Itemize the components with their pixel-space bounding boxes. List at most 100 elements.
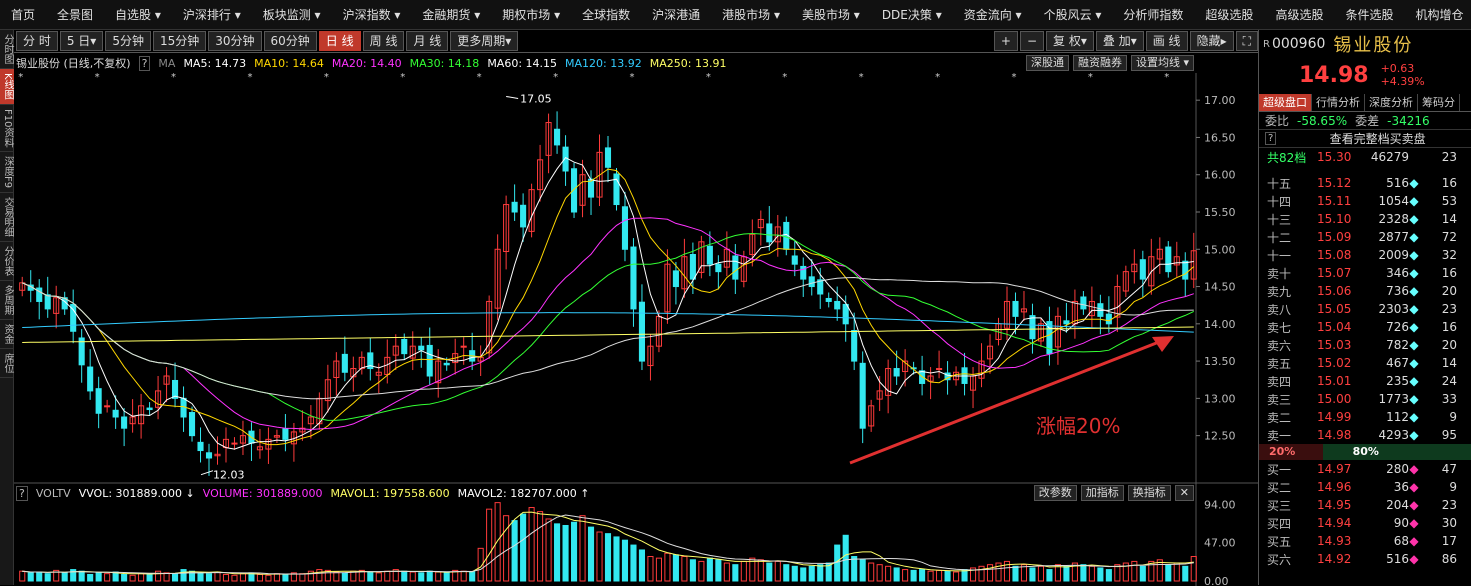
ask-row-9-qty: 782 <box>1386 338 1409 352</box>
period-button-5[interactable]: 60分钟 <box>263 31 317 51</box>
event-marker-icon: * <box>629 72 634 83</box>
nav-item-5[interactable]: 沪深指数 ▾ <box>332 0 412 29</box>
vol-tick-label-2: 0.00 <box>1204 575 1229 586</box>
panel-tab-1[interactable]: 行情分析 <box>1312 94 1365 111</box>
period-button-1[interactable]: 5 日▾ <box>59 31 104 51</box>
nav-item-19[interactable]: 机构增仓 <box>1404 0 1471 29</box>
nav-item-16[interactable]: 超级选股 <box>1194 0 1264 29</box>
nav-item-7[interactable]: 期权市场 ▾ <box>491 0 571 29</box>
volume-bar-21 <box>197 572 204 582</box>
nav-item-10[interactable]: 港股市场 ▾ <box>711 0 791 29</box>
candle-body-132 <box>1139 259 1146 280</box>
ask-row-3-qty: 2877 <box>1378 230 1409 244</box>
toolbar-right-1[interactable]: − <box>1019 31 1045 51</box>
toolbar-right-2[interactable]: 复 权▾ <box>1046 31 1094 51</box>
vol-help-icon[interactable]: ? <box>16 485 28 501</box>
nav-item-3[interactable]: 沪深排行 ▾ <box>172 0 252 29</box>
y-tick-label-5: 14.50 <box>1204 281 1236 294</box>
chart-tool-0[interactable]: 深股通 <box>1025 55 1069 71</box>
candle-body-9 <box>95 388 102 414</box>
ratio-buy: 20% <box>1259 444 1323 460</box>
panel-tab-2[interactable]: 深度分析 <box>1365 94 1418 111</box>
period-button-3[interactable]: 15分钟 <box>152 31 207 51</box>
nav-item-1[interactable]: 全景图 <box>46 0 104 29</box>
volume-legend: ? VOLTV VVOL: 301889.000 ↓ VOLUME: 301889.0… <box>16 485 589 501</box>
leftbar-tab-2[interactable]: F10资料 <box>0 105 14 153</box>
leftbar-tab-4[interactable]: 交易明细 <box>0 193 14 243</box>
nav-item-0[interactable]: 首页 <box>0 0 46 29</box>
volume-bar-79 <box>689 559 696 582</box>
ask-row-11: 卖四 15.01 235 ◆ 24 <box>1259 372 1471 390</box>
volume-bar-131 <box>1131 560 1138 582</box>
ask-row-14-price: 14.98 <box>1317 428 1352 442</box>
period-button-6[interactable]: 日 线 <box>318 31 361 51</box>
volume-bar-13 <box>129 574 136 582</box>
leftbar-tab-3[interactable]: 深度F9 <box>0 152 14 194</box>
period-button-8[interactable]: 月 线 <box>406 31 449 51</box>
total-label: 共82档 <box>1267 150 1307 165</box>
period-button-9[interactable]: 更多周期▾ <box>450 31 519 51</box>
vol-tool-2[interactable]: 换指标 <box>1127 485 1171 501</box>
candle-body-12 <box>121 416 128 429</box>
period-button-2[interactable]: 5分钟 <box>105 31 151 51</box>
leftbar-tab-6[interactable]: 多周期 <box>0 281 14 321</box>
toolbar-right-4[interactable]: 画 线 <box>1145 31 1188 51</box>
full-book-link[interactable]: ? 查看完整档买卖盘 <box>1259 130 1471 148</box>
volume-bar-96 <box>834 544 841 582</box>
leftbar-tab-0[interactable]: 分时图 <box>0 30 14 69</box>
event-marker-icon: * <box>935 72 940 83</box>
leftbar-tab-8[interactable]: 席位 <box>0 349 14 379</box>
volume-bar-98 <box>851 556 858 582</box>
chart-tool-1[interactable]: 融资融券 <box>1072 55 1127 71</box>
annotation-text: 涨幅20% <box>1036 414 1120 438</box>
toolbar-right-3[interactable]: 叠 加▾ <box>1095 31 1144 51</box>
toolbar-right-5[interactable]: 隐藏▸ <box>1189 31 1234 51</box>
vol-tool-3[interactable]: ✕ <box>1174 485 1194 501</box>
period-button-4[interactable]: 30分钟 <box>208 31 262 51</box>
volume-bar-77 <box>672 554 679 582</box>
period-button-7[interactable]: 周 线 <box>362 31 405 51</box>
panel-tab-3[interactable]: 筹码分 <box>1418 94 1460 111</box>
top-nav: 首页 全景图 自选股 ▾ 沪深排行 ▾ 板块监测 ▾ 沪深指数 ▾ 金融期货 ▾ 期权市场 ▾… <box>0 0 1471 30</box>
ask-row-4-num: 32 <box>1441 248 1457 262</box>
volume-bar-47 <box>418 572 425 582</box>
ask-row-2-label: 十三 <box>1267 212 1292 227</box>
volume-bar-70 <box>613 536 620 582</box>
event-marker-icon: * <box>324 72 329 83</box>
nav-item-11[interactable]: 美股市场 ▾ <box>791 0 871 29</box>
candle-body-45 <box>401 338 408 355</box>
nav-item-12[interactable]: DDE决策 ▾ <box>871 0 953 29</box>
nav-item-8[interactable]: 全球指数 <box>571 0 641 29</box>
nav-item-17[interactable]: 高级选股 <box>1264 0 1334 29</box>
ask-row-10-label: 卖五 <box>1267 356 1292 371</box>
nav-item-2[interactable]: 自选股 ▾ <box>104 0 172 29</box>
quote-panel: R 000960 锡业股份 14.98 +0.63 +4.39% 超级盘口 行情分… <box>1258 30 1471 585</box>
nav-item-14[interactable]: 个股风云 ▾ <box>1033 0 1113 29</box>
nav-item-9[interactable]: 沪深港通 <box>641 0 711 29</box>
vol-item-1: VOLUME: 301889.000 <box>202 486 323 500</box>
nav-item-18[interactable]: 条件选股 <box>1334 0 1404 29</box>
leftbar-tab-5[interactable]: 分价表 <box>0 242 14 282</box>
vol-tool-1[interactable]: 加指标 <box>1080 485 1124 501</box>
volume-bar-66 <box>579 515 586 582</box>
leftbar-tab-7[interactable]: 资金 <box>0 320 14 350</box>
ask-row-9-price: 15.03 <box>1317 338 1352 352</box>
nav-item-6[interactable]: 金融期货 ▾ <box>411 0 491 29</box>
vol-tool-0[interactable]: 改参数 <box>1033 485 1077 501</box>
toolbar-right-6[interactable]: ⛶ <box>1235 31 1258 51</box>
ask-row-4-label: 十一 <box>1267 248 1292 263</box>
full-book-label[interactable]: 查看完整档买卖盘 <box>1330 130 1426 147</box>
bid-row-3-price: 14.94 <box>1317 516 1352 530</box>
period-button-0[interactable]: 分 时 <box>16 31 58 51</box>
nav-item-15[interactable]: 分析师指数 <box>1112 0 1194 29</box>
leftbar-tab-1[interactable]: K线图 <box>0 69 14 105</box>
ask-row-6-marker-icon: ◆ <box>1409 284 1419 298</box>
toolbar-right-0[interactable]: + <box>993 31 1018 51</box>
panel-tab-0[interactable]: 超级盘口 <box>1259 94 1312 111</box>
chart-tool-2[interactable]: 设置均线 ▾ <box>1130 55 1194 71</box>
help-icon[interactable]: ? <box>1265 132 1277 145</box>
volume-bar-12 <box>121 573 128 582</box>
nav-item-4[interactable]: 板块监测 ▾ <box>252 0 332 29</box>
help-icon[interactable]: ? <box>138 55 151 71</box>
nav-item-13[interactable]: 资金流向 ▾ <box>953 0 1033 29</box>
